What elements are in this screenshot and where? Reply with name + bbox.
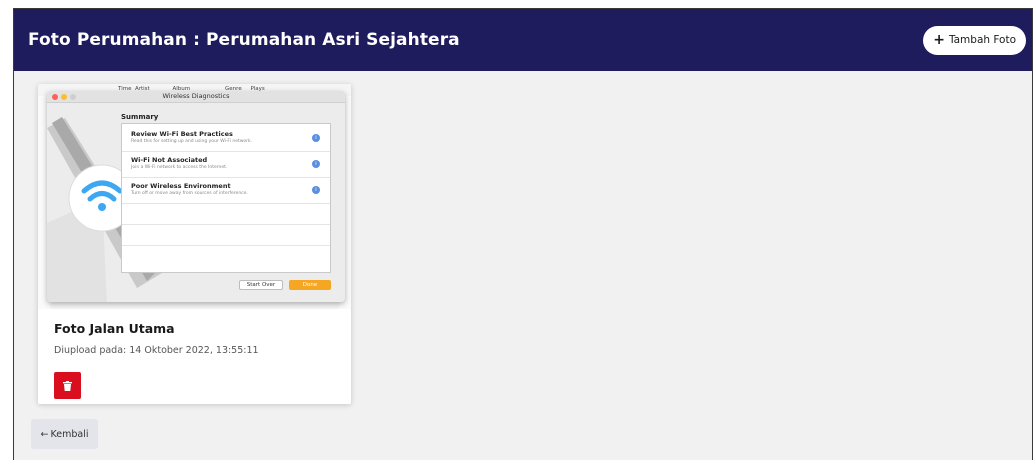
info-icon: i xyxy=(312,134,320,142)
page-header: Foto Perumahan : Perumahan Asri Sejahter… xyxy=(14,9,1032,71)
photo-thumbnail[interactable]: Time Artist Album Genre Plays Wireless D… xyxy=(38,84,351,309)
plus-icon: + xyxy=(933,32,945,48)
back-button-label: Kembali xyxy=(50,428,89,440)
window-title: Wireless Diagnostics xyxy=(162,92,230,100)
summary-label: Summary xyxy=(121,113,159,121)
back-button[interactable]: ← Kembali xyxy=(31,419,98,449)
info-icon: i xyxy=(312,186,320,194)
upload-date: Diupload pada: 14 Oktober 2022, 13:55:11 xyxy=(54,345,259,356)
summary-item: Wi-Fi Not Associated Join a Wi-Fi networ… xyxy=(131,156,228,170)
window-titlebar: Wireless Diagnostics xyxy=(47,91,345,103)
info-icon: i xyxy=(312,160,320,168)
add-photo-button[interactable]: + Tambah Foto xyxy=(923,25,1026,55)
summary-panel: Review Wi-Fi Best Practices Read this fo… xyxy=(121,123,331,273)
arrow-left-icon: ← xyxy=(40,428,49,440)
photo-card: Time Artist Album Genre Plays Wireless D… xyxy=(38,84,351,404)
done-button: Done xyxy=(289,280,331,290)
delete-photo-button[interactable] xyxy=(54,372,81,399)
page-frame: Foto Perumahan : Perumahan Asri Sejahter… xyxy=(13,8,1033,460)
photo-title: Foto Jalan Utama xyxy=(54,321,175,336)
wireless-diagnostics-window: Wireless Diagnostics Summary Review Wi-F… xyxy=(47,91,345,302)
start-over-button: Start Over xyxy=(239,280,283,290)
add-photo-button-label: Tambah Foto xyxy=(948,34,1016,46)
summary-item: Review Wi-Fi Best Practices Read this fo… xyxy=(131,130,253,144)
trash-icon xyxy=(63,380,72,391)
page-title: Foto Perumahan : Perumahan Asri Sejahter… xyxy=(28,30,460,50)
summary-item: Poor Wireless Environment Turn off or mo… xyxy=(131,182,248,196)
